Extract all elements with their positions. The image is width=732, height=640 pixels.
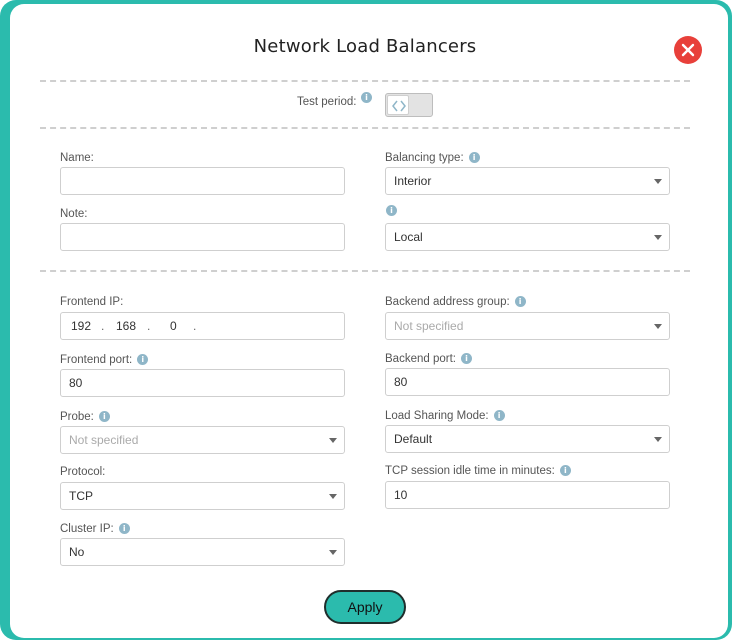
backend-port-label: Backend port: i [385,353,472,365]
tcp-idle-time-label: TCP session idle time in minutes: i [385,465,571,477]
code-brackets-icon [392,100,406,112]
frontend-port-input[interactable]: 80 [60,369,345,397]
chevron-down-icon [654,235,662,240]
close-button[interactable] [674,36,702,64]
note-label: Note: [60,208,88,220]
probe-select[interactable]: Not specified [60,426,345,454]
info-icon[interactable]: i [137,354,149,365]
load-sharing-mode-label-text: Load Sharing Mode: [385,410,489,422]
ip-octet-1[interactable]: 192 [71,313,91,339]
backend-address-group-label: Backend address group: i [385,296,526,308]
cluster-ip-select[interactable]: No [60,538,345,566]
protocol-label: Protocol: [60,466,106,478]
load-sharing-mode-select[interactable]: Default [385,425,670,453]
apply-button[interactable]: Apply [324,590,406,624]
ip-octet-2[interactable]: 168 [116,313,136,339]
probe-label: Probe: i [60,411,110,423]
ip-octet-3[interactable]: 0 [170,313,177,339]
cluster-ip-label-text: Cluster IP: [60,523,114,535]
ip-dot: . [193,319,197,333]
divider [40,127,690,129]
info-icon[interactable]: i [361,92,372,103]
info-icon[interactable]: i [493,410,505,421]
chevron-down-icon [654,437,662,442]
name-input[interactable] [60,167,345,195]
info-icon[interactable]: i [118,523,130,534]
backend-address-group-select[interactable]: Not specified [385,312,670,340]
info-icon[interactable]: i [559,465,571,476]
frontend-port-label-text: Frontend port: [60,354,133,366]
load-sharing-mode-value: Default [394,432,433,446]
ip-dot: . [101,319,105,333]
chevron-down-icon [329,550,337,555]
probe-value: Not specified [69,433,139,447]
info-icon[interactable]: i [514,296,526,307]
frontend-ip-label: Frontend IP: [60,296,124,308]
note-input[interactable] [60,223,345,251]
scope-value: Local [394,230,423,244]
load-sharing-mode-label: Load Sharing Mode: i [385,410,505,422]
protocol-value: TCP [69,489,93,503]
test-period-label-text: Test period: [297,96,357,108]
info-icon[interactable]: i [460,353,472,364]
balancing-type-label: Balancing type: i [385,152,480,164]
frontend-port-label: Frontend port: i [60,354,149,366]
dialog-title: Network Load Balancers [253,36,477,57]
balancing-type-select[interactable]: Interior [385,167,670,195]
name-label: Name: [60,152,94,164]
protocol-select[interactable]: TCP [60,482,345,510]
tcp-idle-time-input[interactable]: 10 [385,481,670,509]
toggle-knob [387,95,409,115]
info-icon[interactable]: i [98,411,110,422]
scope-select[interactable]: Local [385,223,670,251]
chevron-down-icon [654,179,662,184]
backend-address-group-label-text: Backend address group: [385,296,510,308]
tcp-idle-time-label-text: TCP session idle time in minutes: [385,465,555,477]
cluster-ip-label: Cluster IP: i [60,523,130,535]
backend-port-input[interactable]: 80 [385,368,670,396]
close-icon [681,43,695,57]
balancing-type-label-text: Balancing type: [385,152,464,164]
info-icon[interactable]: i [386,205,397,216]
chevron-down-icon [329,438,337,443]
frontend-ip-input[interactable]: 192 . 168 . 0 . [60,312,345,340]
test-period-toggle[interactable] [385,93,433,117]
chevron-down-icon [329,494,337,499]
chevron-down-icon [654,324,662,329]
probe-label-text: Probe: [60,411,94,423]
divider [40,270,690,272]
divider [40,80,690,82]
backend-port-label-text: Backend port: [385,353,456,365]
balancing-type-value: Interior [394,174,432,188]
test-period-label: Test period: [297,96,356,108]
info-icon[interactable]: i [468,152,480,163]
backend-address-group-value: Not specified [394,319,464,333]
ip-dot: . [147,319,151,333]
cluster-ip-value: No [69,545,85,559]
